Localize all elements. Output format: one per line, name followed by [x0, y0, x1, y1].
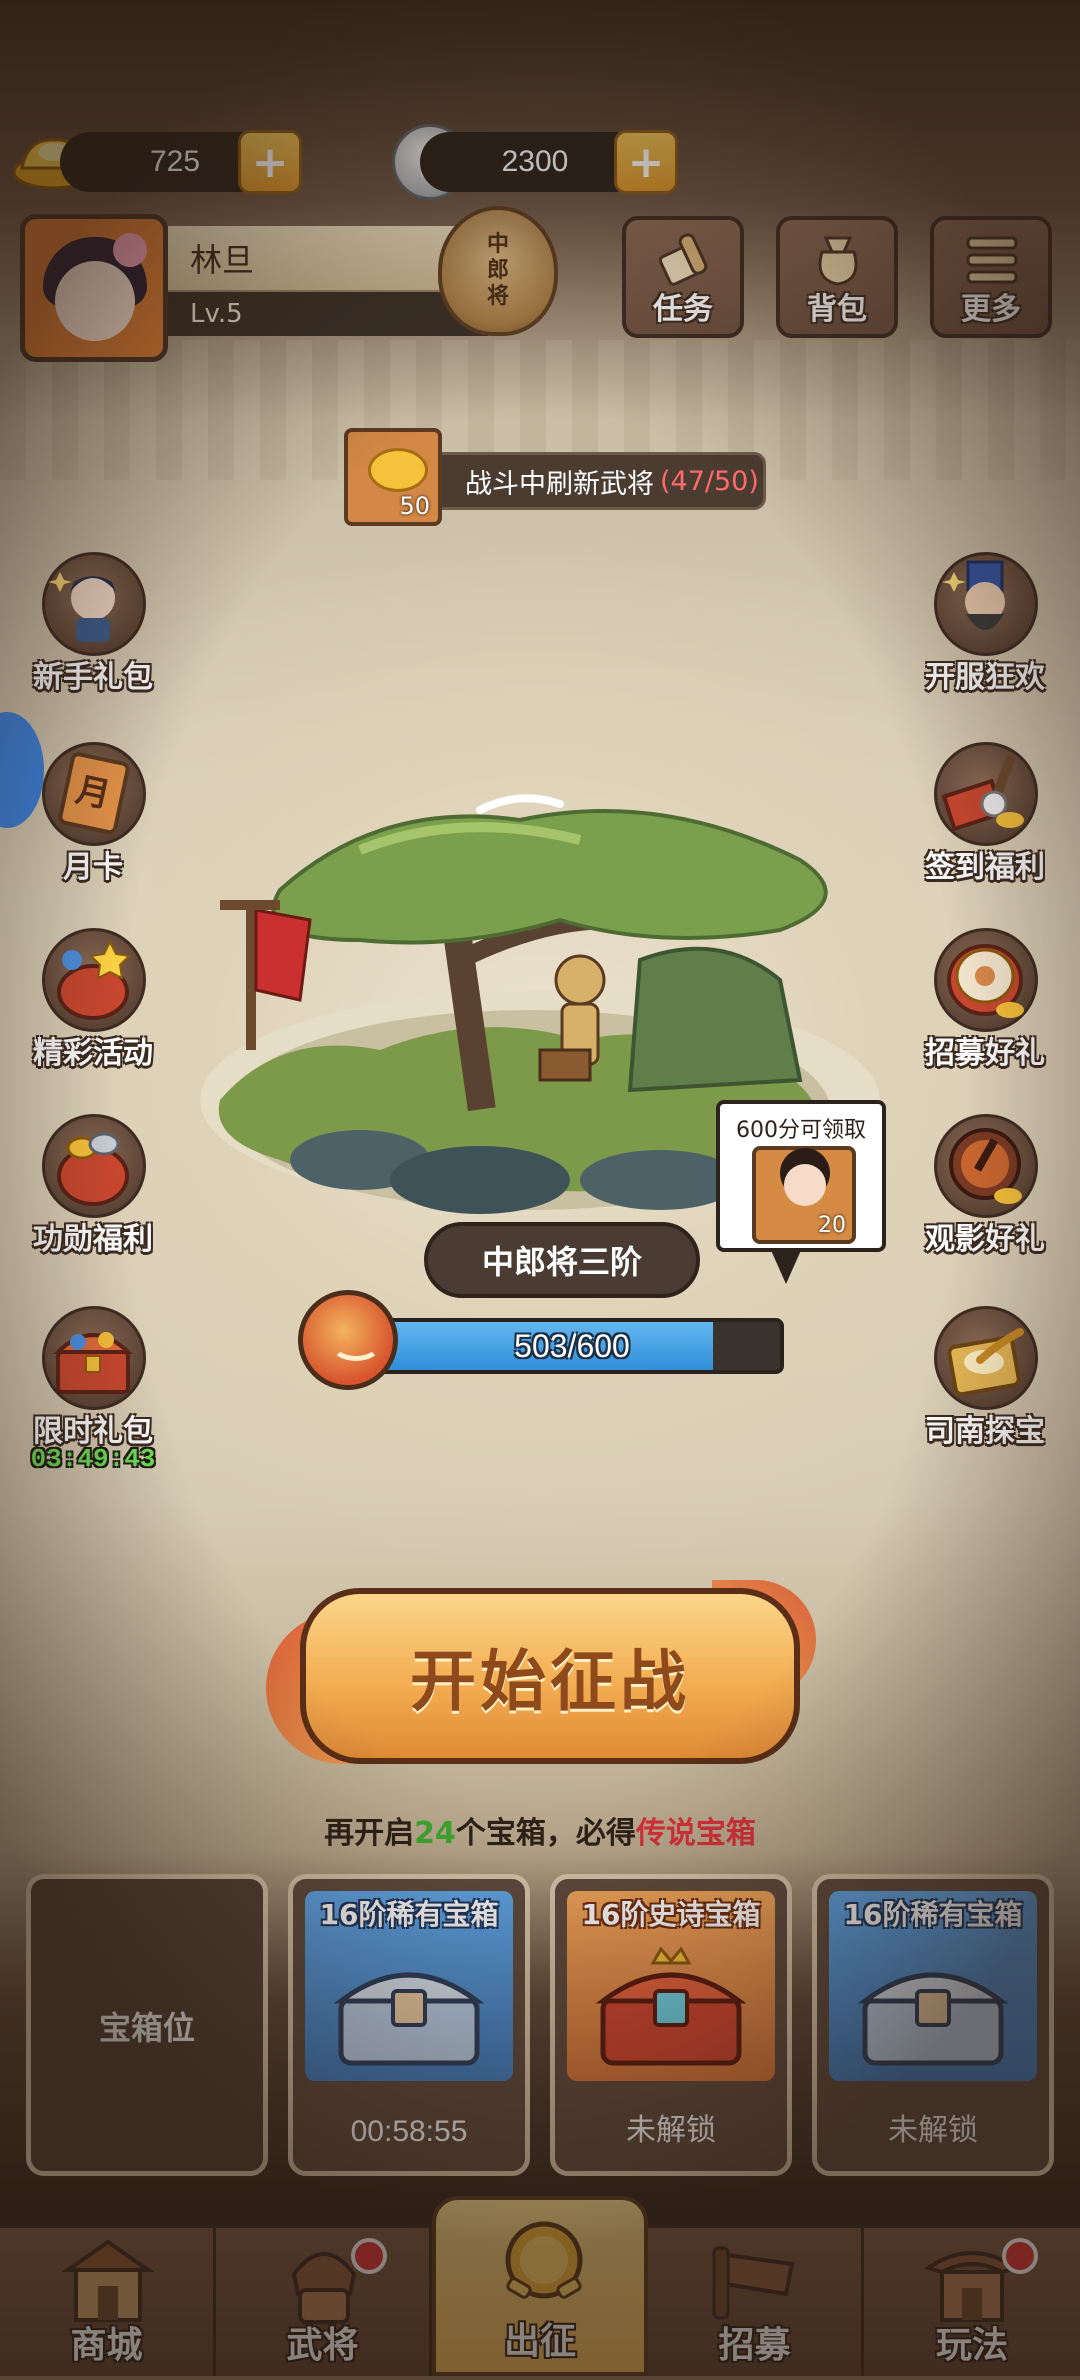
silver-chest-icon	[857, 1972, 1009, 2066]
chest-slot-rare[interactable]: 16阶稀有宝箱 未解锁	[812, 1874, 1054, 2176]
nav-gameplay[interactable]: 玩法	[864, 2224, 1080, 2376]
stamp-icon	[941, 754, 1024, 832]
player-name: 林旦	[190, 241, 255, 279]
refresh-text: 战斗中刷新武将	[465, 468, 654, 500]
events-button[interactable]: 精彩活动	[18, 928, 168, 1078]
nav-recruit-label: 招募	[718, 2325, 791, 2366]
newbie-pack-button[interactable]: 新手礼包	[18, 552, 168, 702]
nav-recruit[interactable]: 招募	[648, 2224, 864, 2376]
start-battle-button[interactable]: 开始征战	[300, 1588, 800, 1764]
rank-title-text: 中郎将三阶	[481, 1243, 642, 1281]
chest-slot-epic[interactable]: 16阶史诗宝箱 未解锁	[550, 1874, 792, 2176]
chest-title: 16阶史诗宝箱	[581, 1898, 761, 1931]
treasure-chest-icon	[53, 1332, 133, 1394]
refresh-generals-banner[interactable]: 战斗中刷新武将 (47/50)	[390, 452, 766, 510]
rank-progress-bar: 503/600	[360, 1318, 784, 1374]
limited-pack-timer: 03:49:43	[30, 1444, 156, 1474]
month-card-icon: 月	[58, 752, 130, 835]
chest-hint-middle: 个宝箱，必得	[455, 1816, 636, 1851]
plus-icon: +	[251, 136, 289, 188]
chest-hint-prefix: 再开启	[324, 1816, 415, 1851]
merit-welfare-button[interactable]: 功勋福利	[18, 1114, 168, 1264]
recruit-gift-button[interactable]: 招募好礼	[910, 928, 1060, 1078]
rank-title: 中郎将三阶	[424, 1222, 700, 1298]
rank-progress-text: 503/600	[514, 1327, 630, 1364]
drum-icon	[947, 944, 1024, 1018]
start-battle-label: 开始征战	[410, 1643, 690, 1720]
general-portrait-icon	[942, 560, 1005, 630]
nav-gameplay-label: 玩法	[935, 2325, 1008, 2366]
player-level: Lv.5	[190, 299, 243, 329]
chest-title: 16阶稀有宝箱	[319, 1898, 499, 1931]
merit-bag-icon	[57, 1132, 129, 1206]
chest-status: 未解锁	[626, 2113, 716, 2148]
chest-hint-reward: 传说宝箱	[635, 1816, 756, 1851]
month-card-button[interactable]: 月 月卡	[18, 742, 168, 892]
compass-icon	[947, 1328, 1024, 1397]
coin-amount: 2300	[501, 145, 569, 178]
rank-badge-char: 将	[486, 284, 509, 309]
nav-battle[interactable]: 出征	[432, 2196, 648, 2376]
compass-treasure-button[interactable]: 司南探宝	[910, 1306, 1060, 1456]
nav-battle-label: 出征	[503, 2321, 576, 2362]
nav-generals-label: 武将	[286, 2325, 359, 2366]
chest-slot-rare[interactable]: 16阶稀有宝箱 00:58:55	[288, 1874, 530, 2176]
add-coin-button[interactable]: +	[614, 130, 678, 194]
gold-reward-count: 50	[399, 492, 430, 520]
server-carnival-button[interactable]: 开服狂欢	[910, 552, 1060, 702]
menu-icon	[966, 236, 1018, 284]
bag-button[interactable]: 背包	[776, 216, 898, 338]
notification-badge	[351, 2238, 387, 2274]
video-gong-icon	[949, 1128, 1022, 1204]
more-label: 更多	[961, 292, 1021, 327]
player-avatar[interactable]	[20, 214, 168, 362]
rank-badge-char: 中	[486, 232, 509, 257]
newbie-pack-label: 新手礼包	[33, 660, 153, 695]
gold-reward-icon: 50	[344, 428, 442, 526]
bag-icon	[818, 236, 858, 286]
player-level-bar: Lv.5	[168, 292, 488, 336]
rank-badge-char: 郎	[486, 258, 509, 283]
chest-slot-empty[interactable]: 宝箱位	[26, 1874, 268, 2176]
chest-status: 未解锁	[888, 2113, 978, 2148]
checkin-welfare-button[interactable]: 签到福利	[910, 742, 1060, 892]
plus-icon: +	[627, 136, 665, 188]
nav-generals[interactable]: 武将	[216, 2224, 432, 2376]
claim-reward-count: 20	[818, 1213, 846, 1238]
notification-badge	[1002, 2238, 1038, 2274]
tasks-label: 任务	[653, 292, 713, 327]
video-gift-button[interactable]: 观影好礼	[910, 1114, 1060, 1264]
score-pouch-icon	[298, 1290, 398, 1390]
general-card-icon: 20	[752, 1146, 856, 1244]
chest-hint-count: 24	[414, 1816, 456, 1851]
claim-reward-bubble[interactable]: 600分可领取 20	[716, 1100, 886, 1284]
chest-timer: 00:58:55	[350, 2115, 468, 2148]
server-carnival-label: 开服狂欢	[925, 660, 1045, 695]
chest-slot-label: 宝箱位	[98, 2009, 195, 2047]
silver-chest-icon	[333, 1972, 485, 2066]
tasks-button[interactable]: 任务	[622, 216, 744, 338]
scroll-icon	[658, 233, 708, 286]
compass-treasure-label: 司南探宝	[925, 1414, 1045, 1449]
chest-hint: 再开启24个宝箱，必得传说宝箱	[0, 1808, 1080, 1852]
claim-reward-text: 600分可领取	[736, 1118, 866, 1143]
red-gold-chest-icon	[595, 1946, 747, 2066]
nav-shop-label: 商城	[70, 2325, 143, 2366]
limited-pack-button[interactable]: 限时礼包 03:49:43	[18, 1306, 168, 1474]
gold-amount: 725	[149, 145, 201, 178]
battle-gong-icon	[505, 2221, 583, 2299]
bag-label: 背包	[807, 292, 867, 327]
chest-title: 16阶稀有宝箱	[843, 1898, 1023, 1931]
add-gold-button[interactable]: +	[238, 130, 302, 194]
hero-pack-icon	[48, 572, 116, 642]
rank-badge[interactable]: 中 郎 将	[438, 206, 558, 336]
refresh-progress: (47/50)	[660, 465, 759, 497]
event-bag-icon	[57, 939, 132, 1020]
nav-shop[interactable]: 商城	[0, 2224, 216, 2376]
more-button[interactable]: 更多	[930, 216, 1052, 338]
